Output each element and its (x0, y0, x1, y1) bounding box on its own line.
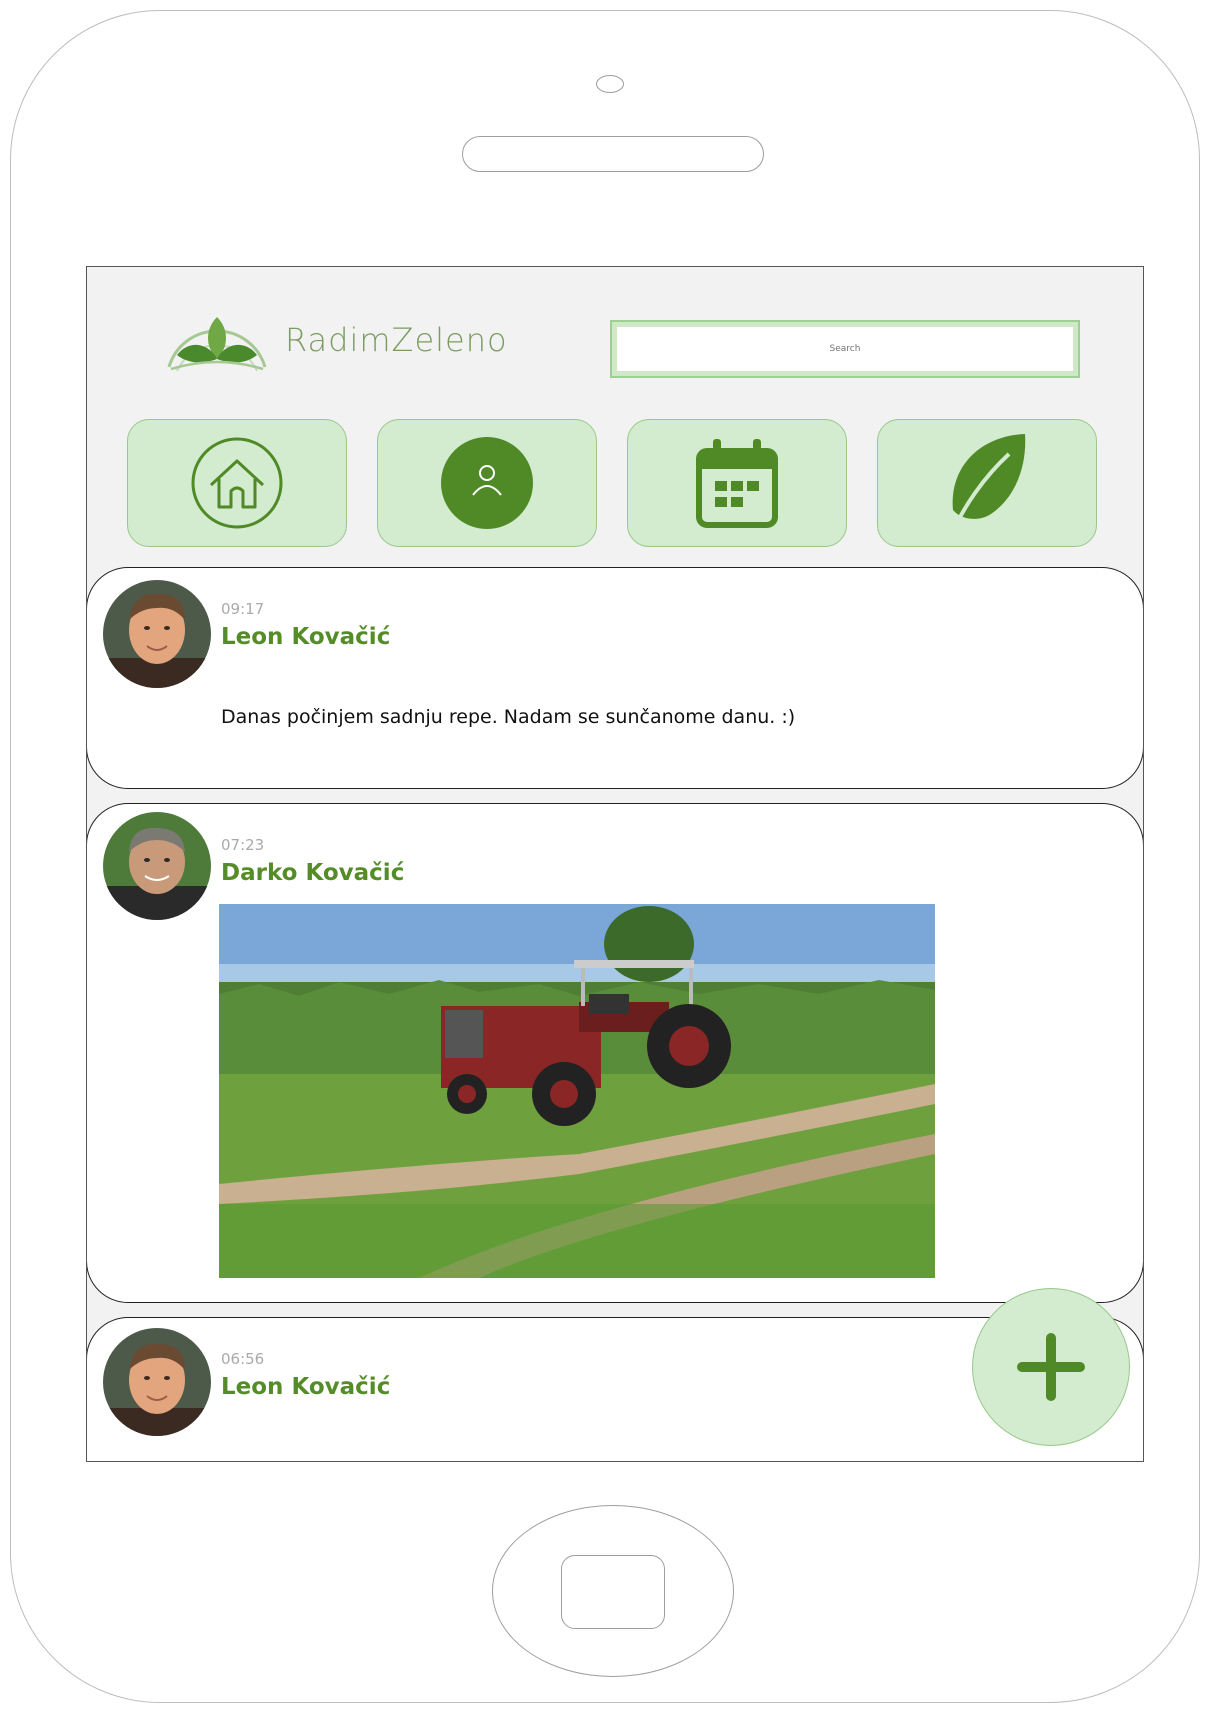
user-icon (441, 437, 533, 529)
search-box (610, 320, 1080, 378)
post-photo-tractor[interactable] (219, 904, 935, 1278)
phone-camera (596, 75, 624, 93)
nav-calendar-button[interactable] (627, 419, 847, 547)
plus-icon (1017, 1333, 1085, 1401)
nav-leaf-button[interactable] (877, 419, 1097, 547)
leaf-icon (951, 434, 1026, 533)
main-nav (127, 419, 1097, 549)
post-card: 09:17 Leon Kovačić Danas počinjem sadnju… (87, 567, 1143, 789)
nav-home-button[interactable] (127, 419, 347, 547)
add-post-button[interactable] (972, 1288, 1130, 1446)
search-input[interactable] (617, 327, 1073, 371)
home-icon (191, 437, 283, 529)
app-logo[interactable]: RadimZeleno (157, 297, 508, 383)
post-time: 06:56 (221, 1350, 265, 1368)
phone-home-button-square (561, 1555, 665, 1629)
phone-speaker (462, 136, 764, 172)
avatar[interactable] (103, 812, 211, 920)
avatar[interactable] (103, 1328, 211, 1436)
app-header: RadimZeleno (87, 267, 1143, 567)
post-card: 07:23 Darko Kovačić (87, 803, 1143, 1303)
post-time: 09:17 (221, 600, 265, 618)
post-author[interactable]: Leon Kovačić (221, 1374, 390, 1400)
post-author[interactable]: Darko Kovačić (221, 860, 404, 886)
calendar-icon (696, 439, 778, 528)
post-time: 07:23 (221, 836, 265, 854)
avatar[interactable] (103, 580, 211, 688)
nav-profile-button[interactable] (377, 419, 597, 547)
app-screen: RadimZeleno Search 09:17 Leon Kovačić Da… (86, 266, 1144, 1462)
app-name: RadimZeleno (285, 321, 508, 359)
logo-leaves-icon (167, 317, 267, 372)
post-author[interactable]: Leon Kovačić (221, 624, 390, 650)
post-text: Danas počinjem sadnju repe. Nadam se sun… (221, 706, 796, 728)
